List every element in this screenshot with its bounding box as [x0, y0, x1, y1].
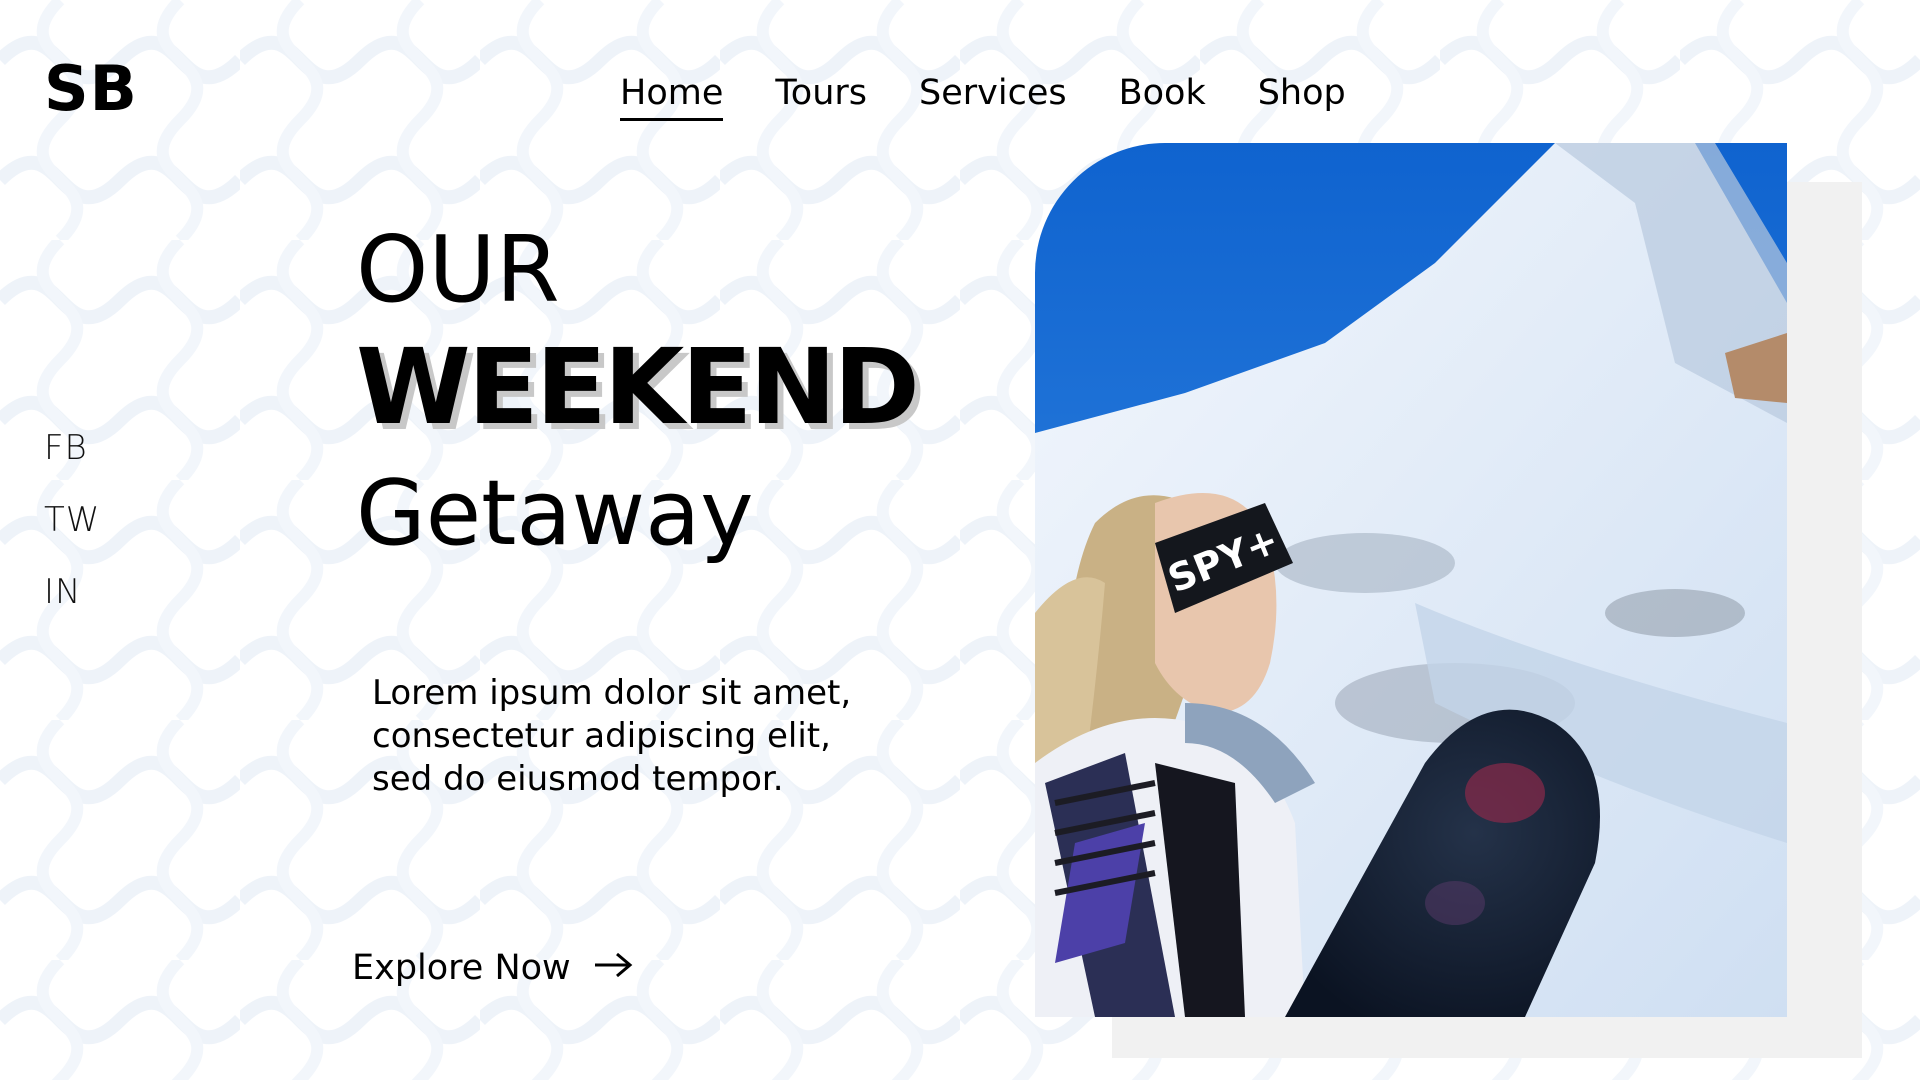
social-link-twitter[interactable]: TW	[44, 500, 100, 540]
hero-line-getaway: Getaway	[356, 461, 754, 566]
nav-item-shop[interactable]: Shop	[1258, 72, 1346, 121]
hero-heading: OUR WEEKEND Getaway	[356, 216, 920, 576]
nav-item-services[interactable]: Services	[919, 72, 1067, 121]
main-nav: Home Tours Services Book Shop	[620, 72, 1346, 121]
hero-description: Lorem ipsum dolor sit amet, consectetur …	[372, 673, 852, 799]
social-link-instagram[interactable]: IN	[44, 572, 100, 612]
social-links: FB TW IN	[44, 428, 100, 644]
explore-now-label: Explore Now	[352, 948, 571, 988]
nav-item-book[interactable]: Book	[1119, 72, 1206, 121]
nav-item-tours[interactable]: Tours	[775, 72, 867, 121]
social-link-facebook[interactable]: FB	[44, 428, 100, 468]
logo[interactable]: SB	[44, 58, 138, 120]
hero-line-weekend: WEEKEND	[356, 326, 920, 448]
arrow-right-icon	[593, 948, 633, 988]
explore-now-button[interactable]: Explore Now	[352, 948, 633, 988]
nav-item-home[interactable]: Home	[620, 72, 724, 121]
hero-line-our: OUR	[356, 216, 560, 323]
snowboarder-with-mountain-photo: SPY+	[1035, 143, 1787, 1017]
